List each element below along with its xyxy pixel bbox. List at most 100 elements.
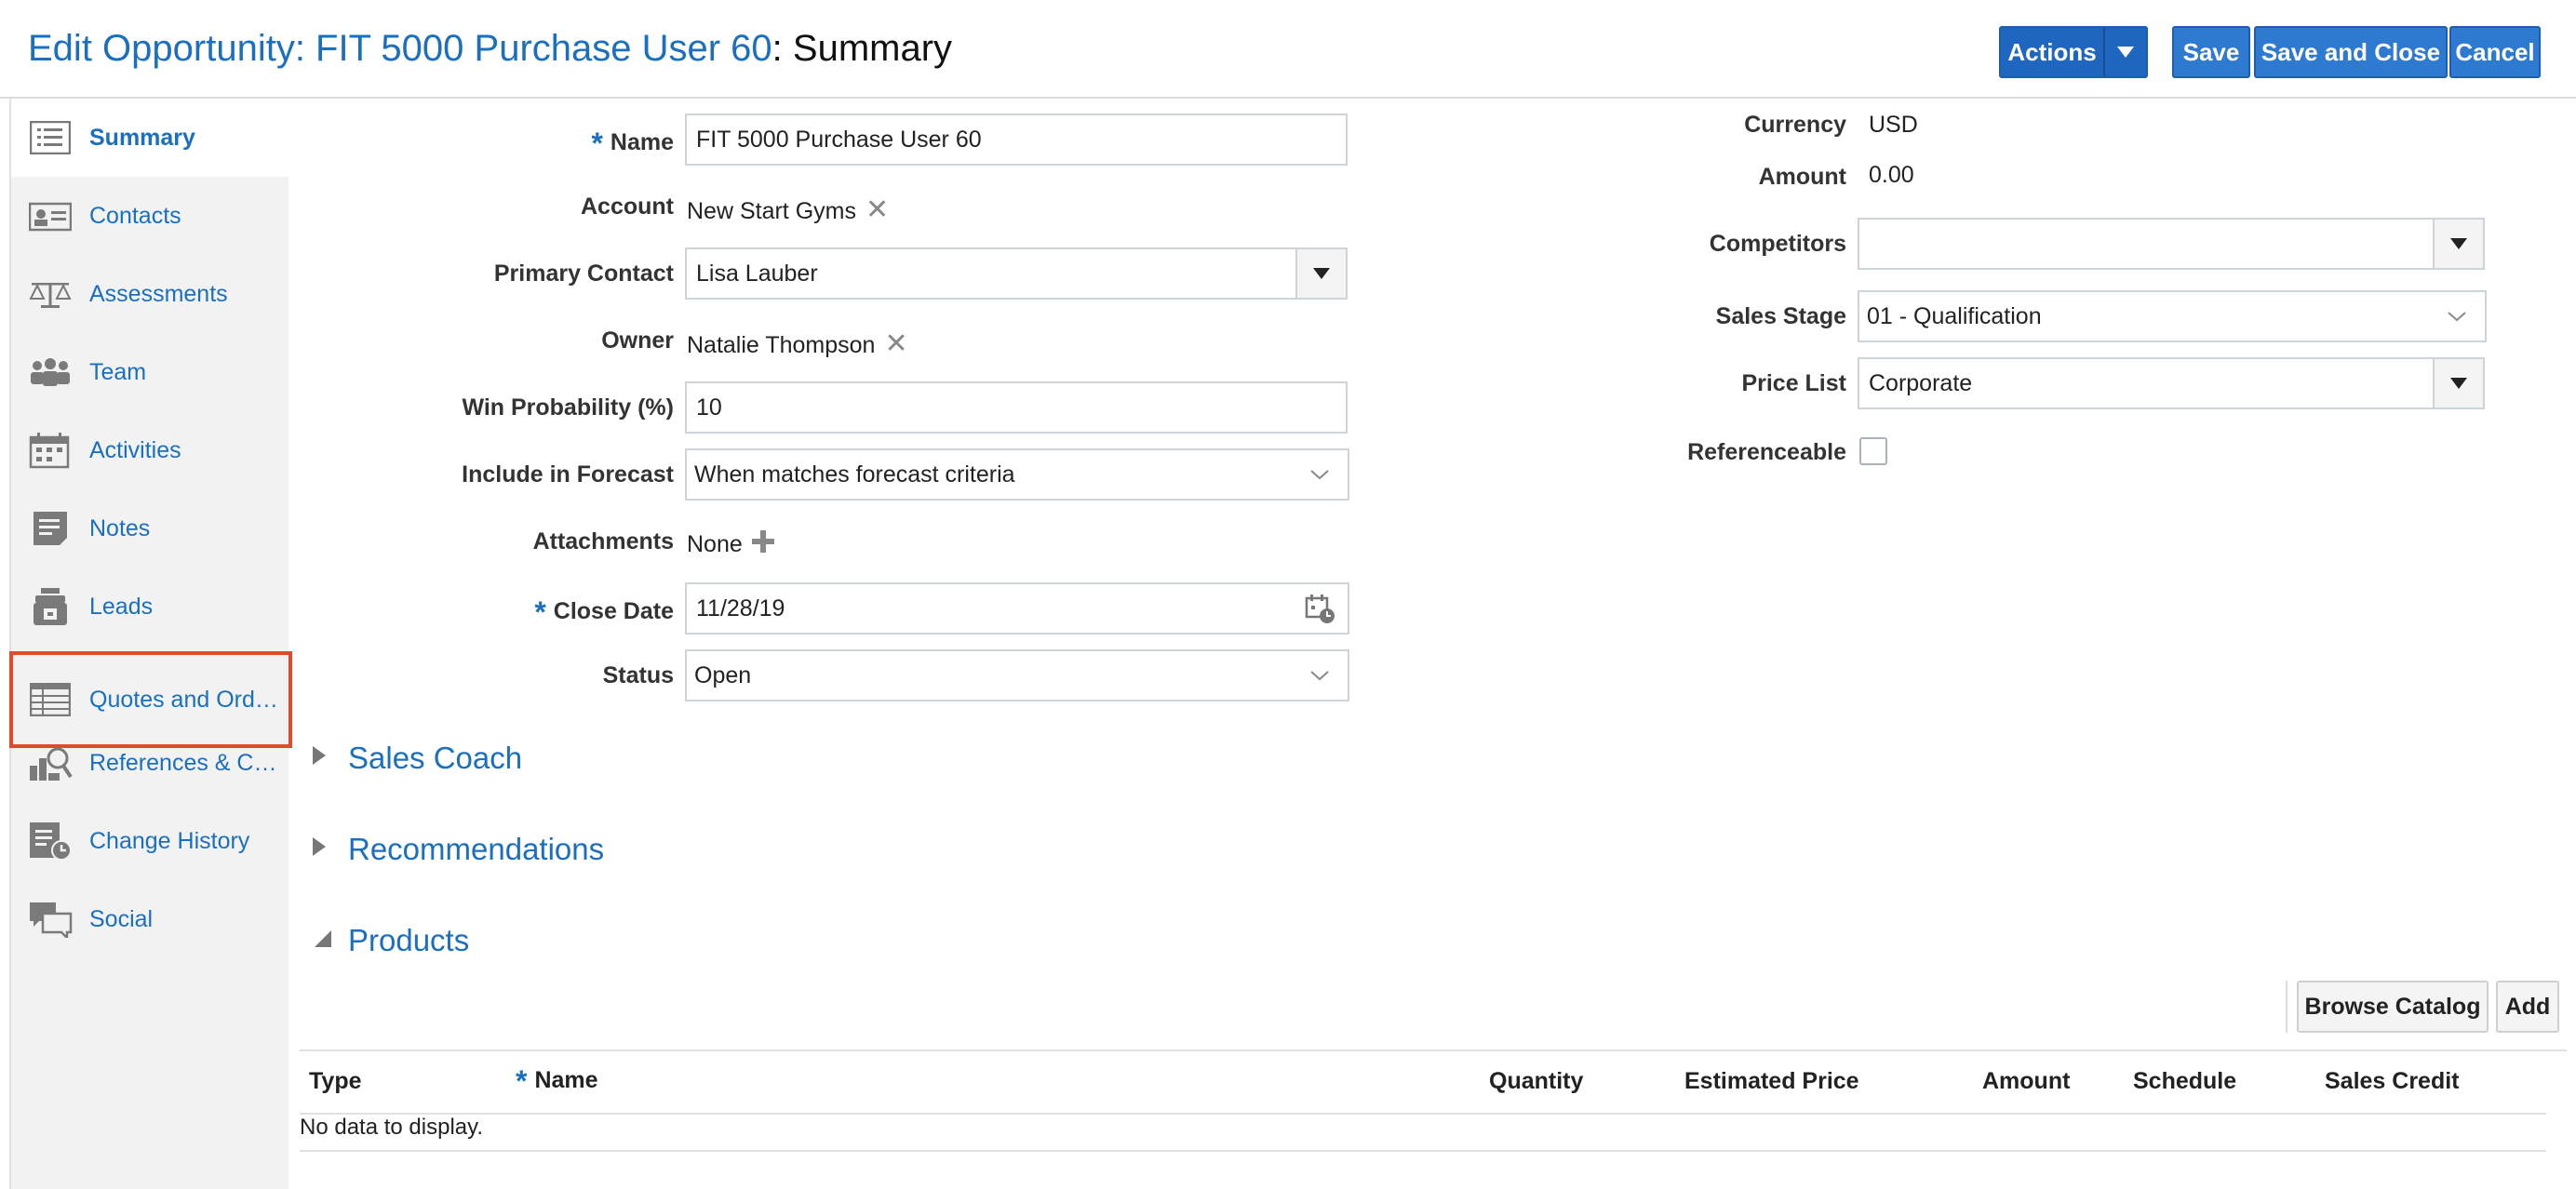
required-asterisk: * [534, 595, 546, 629]
sidebar-item-label: Summary [89, 124, 195, 151]
add-plus-icon[interactable] [750, 528, 776, 561]
amount-value: 0.00 [1869, 162, 1914, 188]
add-product-button[interactable]: Add [2496, 981, 2559, 1033]
attachments-value: None [687, 528, 776, 561]
owner-label: Owner [601, 327, 674, 354]
sidebar-item-notes[interactable]: Notes [11, 489, 290, 568]
recommendations-title: Recommendations [348, 832, 605, 866]
calendar-activities-icon [28, 430, 73, 471]
page-header: Edit Opportunity: FIT 5000 Purchase User… [0, 0, 2576, 99]
sidebar-item-team[interactable]: Team [11, 333, 290, 411]
expand-triangle-icon [311, 744, 348, 772]
sidebar: Summary Contacts Assessments Team Activi… [9, 99, 292, 1189]
sidebar-item-change-history[interactable]: Change History [11, 802, 290, 880]
save-button[interactable]: Save [2172, 26, 2250, 78]
win-probability-field[interactable]: 10 [685, 381, 1348, 434]
sidebar-item-summary[interactable]: Summary [11, 99, 290, 177]
change-history-icon [28, 821, 73, 862]
summary-list-icon [28, 117, 73, 158]
save-and-close-button[interactable]: Save and Close [2254, 26, 2448, 78]
account-link[interactable]: New Start Gyms ✕ [687, 194, 889, 226]
sales-stage-select[interactable]: 01 - Qualification [1858, 290, 2487, 342]
recommendations-section-header[interactable]: Recommendations [311, 832, 604, 867]
table-header-border [300, 1113, 2546, 1115]
dropdown-arrow-icon[interactable] [1295, 249, 1346, 298]
references-search-icon [28, 742, 73, 783]
sales-coach-section-header[interactable]: Sales Coach [311, 741, 522, 776]
referenceable-label: Referenceable [1687, 439, 1846, 465]
chevron-down-icon[interactable] [1308, 463, 1331, 492]
sales-stage-label: Sales Stage [1715, 303, 1846, 329]
amount-label: Amount [1758, 164, 1846, 190]
sidebar-item-assessments[interactable]: Assessments [11, 255, 290, 333]
name-field[interactable]: FIT 5000 Purchase User 60 [685, 114, 1348, 166]
primary-contact-select[interactable]: Lisa Lauber [685, 247, 1348, 300]
sidebar-item-social[interactable]: Social [11, 880, 290, 958]
dropdown-arrow-icon[interactable] [2433, 220, 2483, 268]
calendar-picker-icon[interactable] [1305, 594, 1336, 632]
table-top-border [300, 1049, 2567, 1051]
column-header-schedule[interactable]: Schedule [2133, 1068, 2236, 1095]
attachments-label: Attachments [532, 528, 674, 554]
status-label: Status [602, 662, 674, 688]
actions-menu-button[interactable]: Actions [1999, 26, 2148, 78]
column-header-name[interactable]: * Name [516, 1064, 598, 1099]
sidebar-item-label: Quotes and Ord… [89, 686, 278, 713]
contacts-card-icon [28, 195, 73, 236]
price-list-select[interactable]: Corporate [1858, 357, 2485, 409]
leads-icon [28, 586, 73, 627]
chevron-down-icon[interactable] [2446, 305, 2468, 334]
sidebar-item-label: Activities [89, 436, 181, 463]
owner-link[interactable]: Natalie Thompson ✕ [687, 327, 908, 360]
close-date-field[interactable]: 11/28/19 [685, 582, 1349, 635]
table-empty-message: No data to display. [300, 1115, 484, 1140]
remove-x-icon[interactable]: ✕ [884, 328, 907, 359]
primary-contact-value: Lisa Lauber [696, 260, 818, 287]
remove-x-icon[interactable]: ✕ [865, 194, 889, 225]
currency-label: Currency [1744, 112, 1846, 138]
scales-icon [28, 274, 73, 314]
sidebar-item-contacts[interactable]: Contacts [11, 177, 290, 255]
column-header-quantity[interactable]: Quantity [1489, 1068, 1583, 1095]
page-title-suffix: : Summary [771, 28, 953, 69]
column-header-sales-credit[interactable]: Sales Credit [2325, 1068, 2460, 1095]
status-value: Open [694, 661, 752, 688]
toolbar-divider [2286, 981, 2288, 1033]
sidebar-item-activities[interactable]: Activities [11, 411, 290, 489]
products-section-header[interactable]: Products [311, 923, 469, 958]
status-select[interactable]: Open [685, 649, 1349, 701]
price-list-label: Price List [1741, 370, 1846, 396]
referenceable-checkbox[interactable] [1859, 437, 1887, 465]
sidebar-item-label: Contacts [89, 202, 181, 229]
expand-triangle-icon [311, 835, 348, 863]
sidebar-item-label: Team [89, 358, 147, 385]
competitors-select[interactable] [1858, 218, 2485, 270]
sales-stage-value: 01 - Qualification [1867, 302, 2042, 329]
required-asterisk: * [591, 127, 603, 160]
close-date-value: 11/28/19 [696, 594, 785, 621]
currency-value: USD [1869, 112, 1918, 138]
table-bottom-border [300, 1150, 2546, 1152]
include-in-forecast-value: When matches forecast criteria [694, 461, 1015, 488]
competitors-label: Competitors [1709, 231, 1846, 257]
sidebar-item-leads[interactable]: Leads [11, 568, 290, 646]
dropdown-arrow-icon[interactable] [2433, 359, 2483, 407]
column-header-amount[interactable]: Amount [1982, 1068, 2070, 1095]
name-label: * Name [591, 127, 674, 160]
required-asterisk: * [516, 1064, 528, 1098]
browse-catalog-button[interactable]: Browse Catalog [2297, 981, 2489, 1033]
page-title: Edit Opportunity: FIT 5000 Purchase User… [28, 28, 952, 70]
win-probability-label: Win Probability (%) [462, 394, 674, 421]
column-header-estimated-price[interactable]: Estimated Price [1684, 1068, 1859, 1095]
primary-contact-label: Primary Contact [493, 261, 674, 287]
sidebar-item-references[interactable]: References & C… [11, 724, 290, 802]
social-chat-icon [28, 899, 73, 940]
include-in-forecast-select[interactable]: When matches forecast criteria [685, 448, 1349, 501]
team-people-icon [28, 352, 73, 393]
sidebar-item-label: Change History [89, 827, 250, 854]
cancel-button[interactable]: Cancel [2449, 26, 2541, 78]
column-header-type[interactable]: Type [309, 1068, 362, 1095]
close-date-label: * Close Date [534, 595, 674, 629]
caret-down-icon[interactable] [2105, 47, 2146, 58]
chevron-down-icon[interactable] [1308, 664, 1331, 693]
